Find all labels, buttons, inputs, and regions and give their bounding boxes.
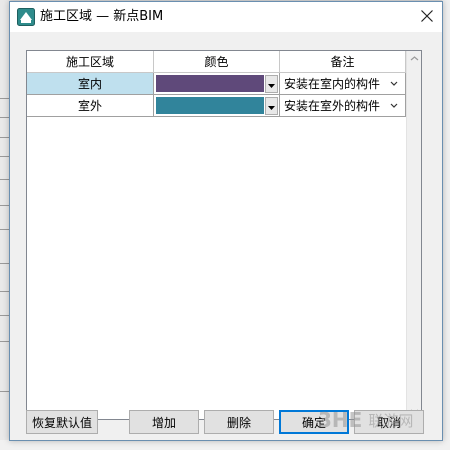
table-row-2-color[interactable] (154, 95, 280, 117)
window-title: 施工区域 — 新点BIM (40, 9, 164, 24)
cancel-button[interactable]: 取消 (354, 410, 424, 434)
restore-default-button[interactable]: 恢复默认值 (26, 410, 98, 434)
bim-app-icon (17, 8, 35, 26)
dialog-content: 施工区域 颜色 备注 室内 安装在室内的构件 室外 安装在室外的构件 恢复默认值… (10, 32, 442, 440)
dialog-window: 施工区域 — 新点BIM 施工区域 颜色 备注 室内 安装在室内的构件 室外 安… (9, 1, 443, 441)
color-dropdown-button[interactable] (265, 74, 278, 93)
scroll-up-icon[interactable] (407, 51, 422, 66)
ok-button[interactable]: 确定 (279, 410, 349, 434)
background-app-bottom-edge (0, 440, 450, 450)
chevron-down-icon[interactable] (390, 76, 398, 90)
note-select-value: 安装在室外的构件 (284, 99, 381, 113)
table-row-1-color[interactable] (154, 73, 280, 95)
add-button[interactable]: 增加 (129, 410, 199, 434)
column-header-color[interactable]: 颜色 (154, 51, 280, 73)
vertical-scrollbar[interactable] (406, 51, 421, 419)
table-row-2-note[interactable]: 安装在室外的构件 (280, 95, 406, 117)
color-dropdown-button[interactable] (265, 96, 278, 115)
column-header-area[interactable]: 施工区域 (27, 51, 154, 73)
chevron-down-icon[interactable] (390, 98, 398, 112)
title-bar[interactable]: 施工区域 — 新点BIM (10, 2, 442, 32)
color-swatch[interactable] (156, 97, 265, 114)
area-table: 施工区域 颜色 备注 室内 安装在室内的构件 室外 安装在室外的构件 (26, 50, 422, 420)
table-row-2-area[interactable]: 室外 (27, 95, 154, 117)
close-icon (421, 9, 433, 25)
dropdown-arrow-icon (268, 99, 276, 113)
close-button[interactable] (414, 4, 440, 30)
background-app-right-edge (442, 0, 450, 450)
delete-button[interactable]: 删除 (204, 410, 274, 434)
table-row-1-note[interactable]: 安装在室内的构件 (280, 73, 406, 95)
color-swatch[interactable] (156, 75, 265, 92)
column-header-note[interactable]: 备注 (280, 51, 406, 73)
table-row-1-area[interactable]: 室内 (27, 73, 154, 95)
dropdown-arrow-icon (268, 77, 276, 91)
note-select-value: 安装在室内的构件 (284, 77, 381, 91)
